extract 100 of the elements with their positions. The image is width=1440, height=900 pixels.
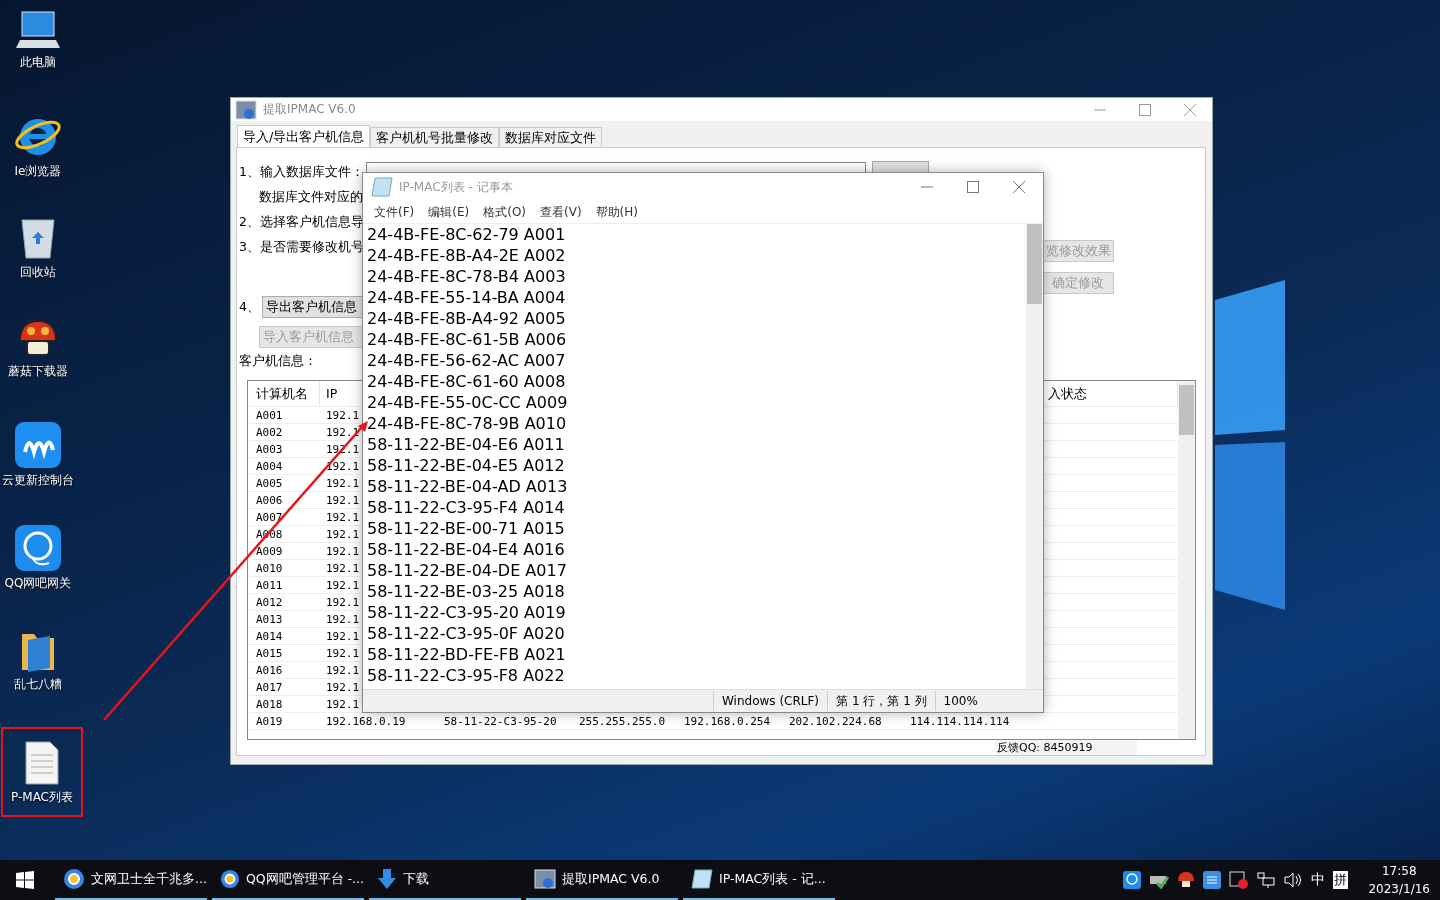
browser-icon <box>63 868 85 890</box>
text-line: 58-11-22-BE-00-71 A015 <box>367 518 565 539</box>
app-window-icon <box>235 98 257 121</box>
desktop-shortcut[interactable]: P-MAC列表 <box>3 729 81 815</box>
text-line: 58-11-22-BE-04-E4 A016 <box>367 539 565 560</box>
desktop-shortcut[interactable]: 回收站 <box>0 214 76 303</box>
clock[interactable]: 17:58 2023/1/16 <box>1368 862 1430 898</box>
tab[interactable]: 客户机机号批量修改 <box>370 127 500 147</box>
download-arrow-icon <box>377 868 397 890</box>
table-cell-text: A018 <box>255 697 284 713</box>
table-cell-text: A015 <box>255 646 284 662</box>
table-cell-text: A011 <box>255 578 284 594</box>
ime-indicator[interactable]: 拼 <box>1333 871 1349 889</box>
network-icon[interactable] <box>1257 871 1276 889</box>
document-icon[interactable] <box>1203 871 1222 889</box>
table-cell-text: A004 <box>255 459 284 475</box>
text-line: 24-4B-FE-8C-61-60 A008 <box>367 371 566 392</box>
text-line: 58-11-22-C3-95-0F A020 <box>367 623 565 644</box>
app-window-icon <box>534 868 556 890</box>
input-mode-indicator[interactable]: 中 <box>1311 871 1326 889</box>
desktop-shortcut[interactable]: QQ网吧网关 <box>0 523 76 612</box>
text-line: 24-4B-FE-8B-A4-2E A002 <box>367 245 566 266</box>
computer-icon <box>16 10 60 50</box>
volume-icon[interactable] <box>1283 871 1304 889</box>
desktop-shortcut[interactable]: Ie浏览器 <box>0 111 76 200</box>
table-cell-text: A003 <box>255 442 284 458</box>
text-line: 58-11-22-C3-95-F8 A022 <box>367 665 565 686</box>
taskbar-button[interactable]: QQ网吧管理平台 -... <box>212 860 364 900</box>
text-line: 24-4B-FE-56-62-AC A007 <box>367 350 566 371</box>
step-label: 3、是否需要修改机号 <box>239 238 364 256</box>
mushroom-icon[interactable] <box>1177 871 1196 889</box>
table-cell-text: 192.1 <box>325 680 361 696</box>
desktop-shortcut[interactable]: 乱七八糟 <box>0 626 76 715</box>
taskbar-button[interactable]: 提取IPMAC V6.0 <box>526 860 678 900</box>
table-cell-text: 255.255.255.0 <box>578 714 667 730</box>
text-line: 24-4B-FE-8C-78-B4 A003 <box>367 266 566 287</box>
table-cell-text: A019 <box>255 714 284 730</box>
scrollbar[interactable] <box>1026 224 1043 689</box>
windows-start-icon[interactable] <box>16 871 34 889</box>
text-line: 58-11-22-C3-95-20 A019 <box>367 602 566 623</box>
text-line: 24-4B-FE-8C-78-9B A010 <box>367 413 567 434</box>
tab[interactable]: 数据库对应文件 <box>499 127 603 147</box>
recycle-bin-icon <box>19 216 57 260</box>
step-label: 4、 <box>239 298 260 316</box>
taskbar-button[interactable]: IP-MAC列表 - 记... <box>683 860 835 900</box>
mushroom-icon <box>18 319 58 359</box>
menu-item[interactable]: 帮助(H) <box>588 203 645 221</box>
tab[interactable]: 导入/导出客户机信息 <box>237 125 371 147</box>
text-line: 58-11-22-C3-95-F4 A014 <box>367 497 565 518</box>
table-cell-text: 192.168.0.19 <box>325 714 407 730</box>
menu-item[interactable]: 查看(V) <box>533 203 589 221</box>
text-line: 58-11-22-BE-04-AD A013 <box>367 476 568 497</box>
menu-item[interactable]: 文件(F) <box>367 203 422 221</box>
notepad-icon <box>691 868 713 890</box>
table-cell-text: A009 <box>255 544 284 560</box>
close-icon[interactable] <box>1184 103 1196 116</box>
window-title: IP-MAC列表 - 记事本 <box>399 178 513 196</box>
text-line: 24-4B-FE-8B-A4-92 A005 <box>367 308 566 329</box>
table-cell-text: A007 <box>255 510 284 526</box>
browser-icon <box>220 868 240 890</box>
menu-item[interactable]: 编辑(E) <box>421 203 477 221</box>
text-line: 24-4B-FE-55-14-BA A004 <box>367 287 566 308</box>
table-cell-text: 192.1 <box>325 697 361 713</box>
taskbar-button[interactable]: 下载 <box>369 860 521 900</box>
text-line: 58-11-22-BE-04-E5 A012 <box>367 455 565 476</box>
table-cell-text: A017 <box>255 680 284 696</box>
desktop-shortcut[interactable]: 此电脑 <box>0 8 76 97</box>
maximize-icon[interactable] <box>967 181 979 193</box>
table-cell-text: A013 <box>255 612 284 628</box>
note-text: 数据库文件对应的 <box>259 188 363 206</box>
table-cell-text: A001 <box>255 408 284 424</box>
notepad-icon <box>371 176 393 198</box>
app-tile-icon <box>15 422 61 468</box>
status-text: 第 1 行，第 1 列 <box>827 691 935 711</box>
maximize-icon[interactable] <box>1139 103 1151 116</box>
text-line: 58-11-22-BE-04-E6 A011 <box>367 434 565 455</box>
status-text: 100% <box>934 691 986 711</box>
cafe-chat-icon <box>15 525 61 571</box>
table-cell-text: A010 <box>255 561 284 577</box>
text-line: 24-4B-FE-8C-61-5B A006 <box>367 329 567 350</box>
text-file-icon <box>25 740 59 785</box>
step-label: 1、输入数据库文件： <box>239 163 364 181</box>
table-cell-text: A012 <box>255 595 284 611</box>
scrollbar[interactable] <box>1178 381 1195 739</box>
table-cell-text: 114.114.114.114 <box>909 714 1011 730</box>
table-cell-text: A016 <box>255 663 284 679</box>
step-label: 2、选择客户机信息导 <box>239 213 364 231</box>
text-line: 58-11-22-BE-03-25 A018 <box>367 581 565 602</box>
taskbar-button[interactable]: 文网卫士全千兆多... <box>55 860 207 900</box>
column-header[interactable]: 计算机名 <box>250 381 320 407</box>
table-cell-text: 202.102.224.68 <box>788 714 883 730</box>
table-cell-text: A002 <box>255 425 284 441</box>
close-icon[interactable] <box>1013 181 1025 193</box>
cafe-chat-icon[interactable] <box>1123 871 1142 889</box>
table-cell-text: A005 <box>255 476 284 492</box>
menu-item[interactable]: 格式(O) <box>476 203 534 221</box>
alert-badge-icon[interactable] <box>1229 871 1250 889</box>
desktop-shortcut[interactable]: 蘑菇下载器 <box>0 317 76 406</box>
table-cell-text: 192.168.0.254 <box>683 714 772 730</box>
desktop-shortcut[interactable]: 云更新控制台 <box>0 420 76 509</box>
